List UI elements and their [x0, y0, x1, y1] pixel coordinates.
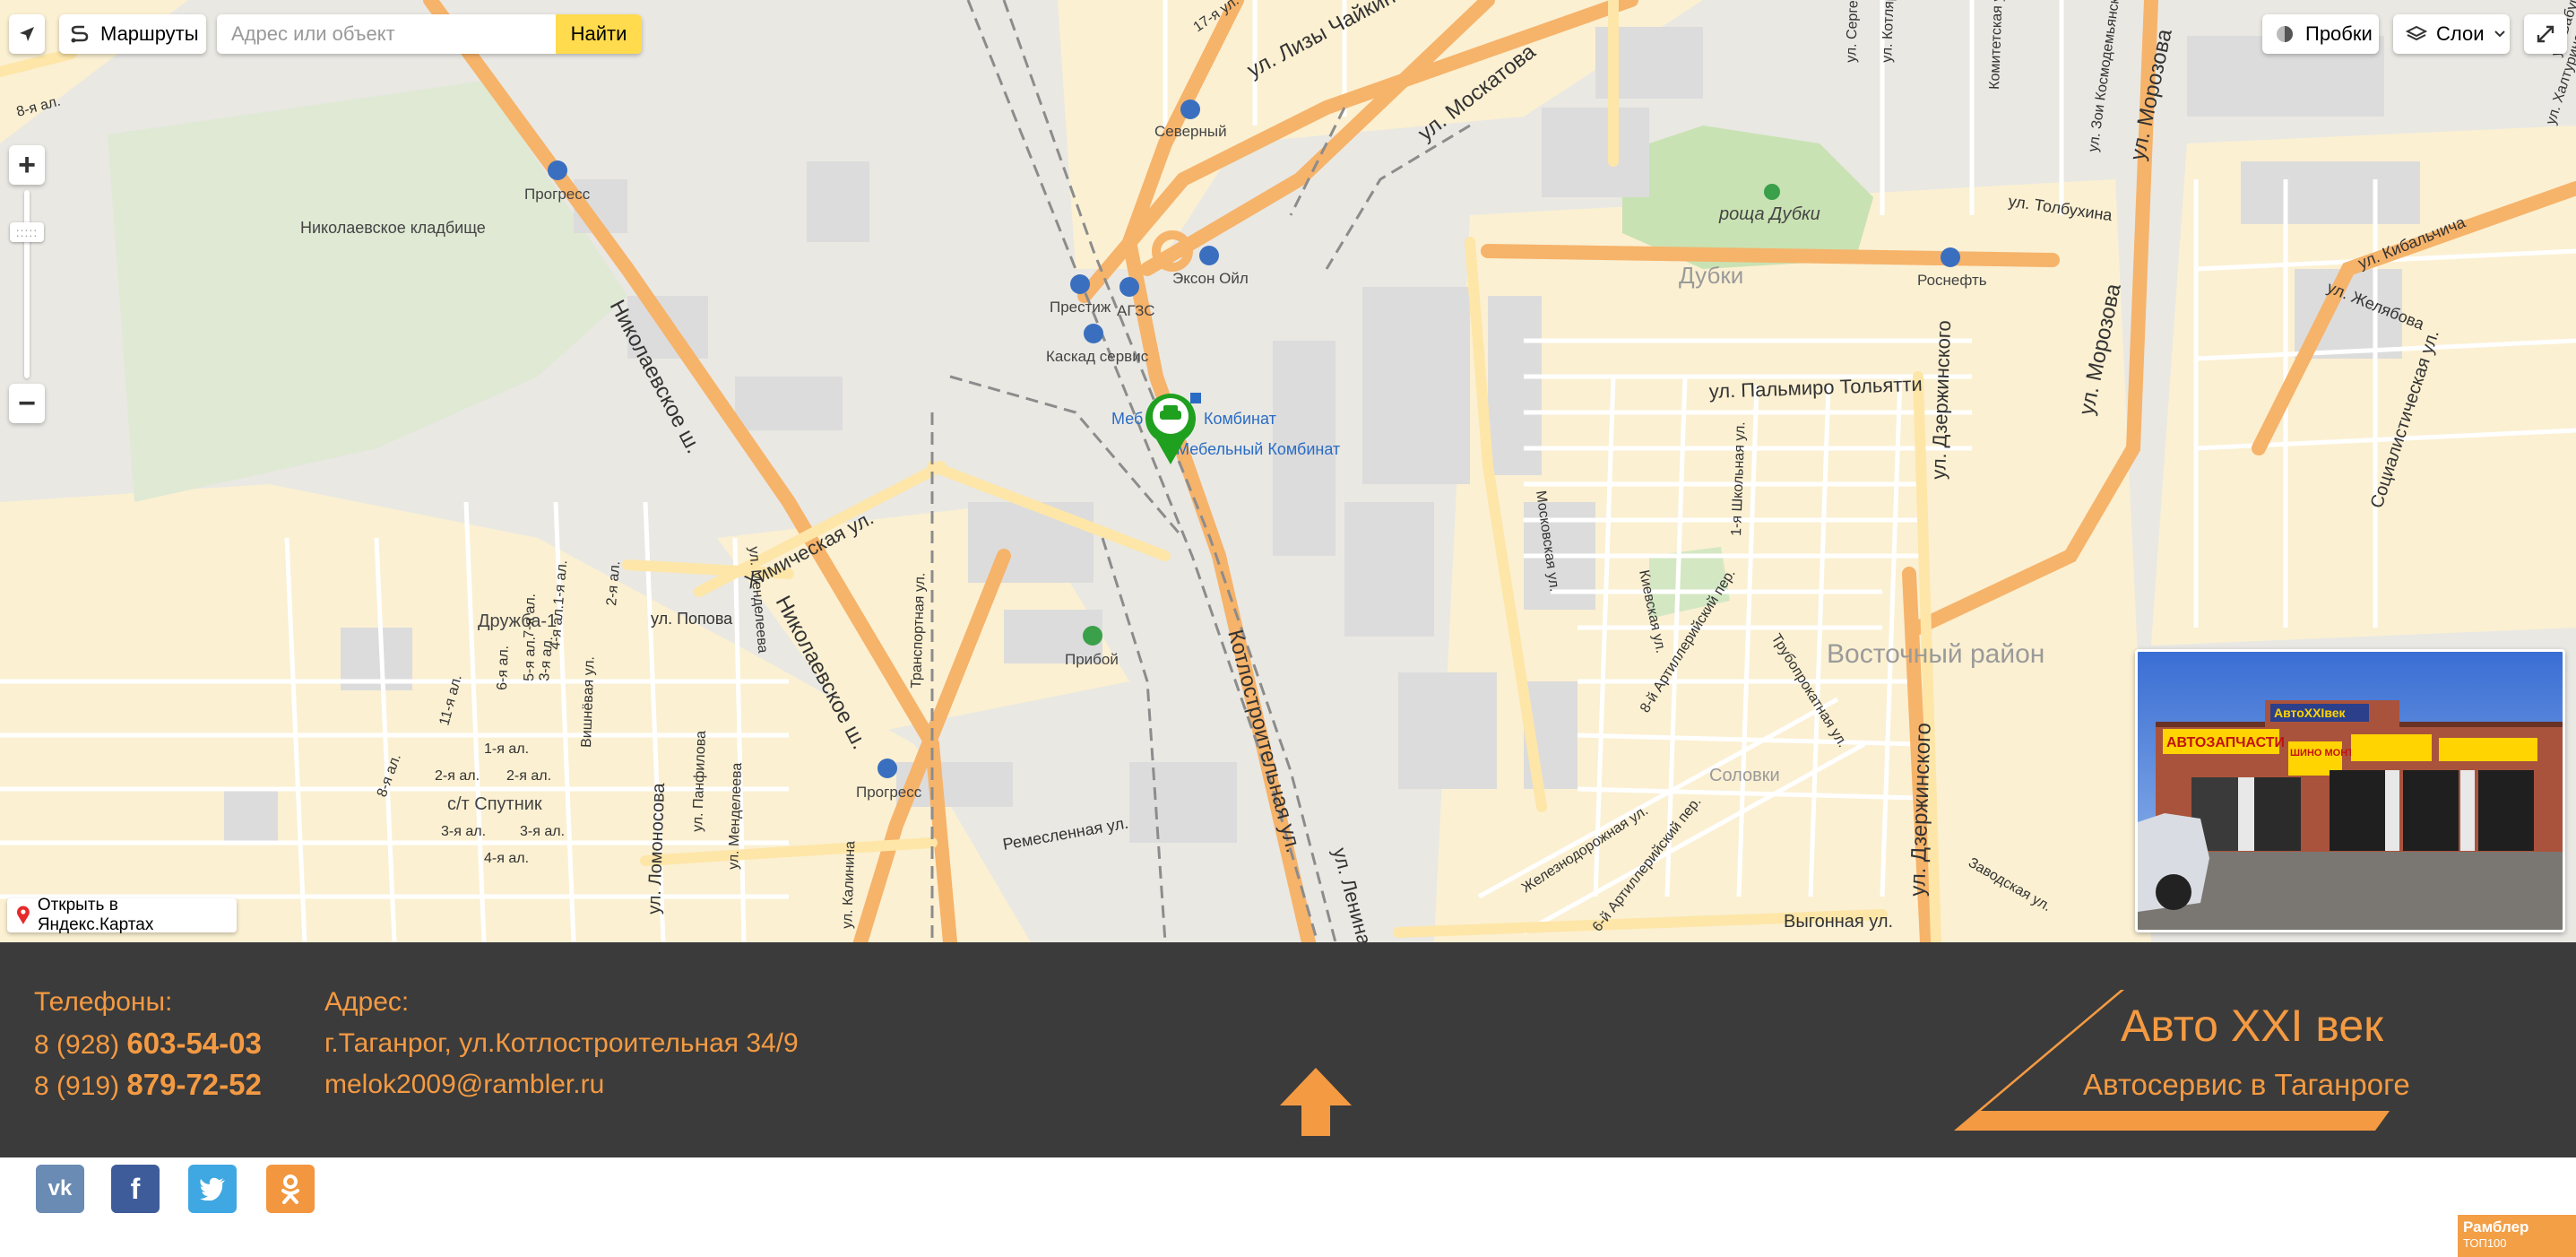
vk-button[interactable]: vk	[36, 1165, 84, 1213]
routes-button[interactable]: Маршруты	[59, 14, 206, 54]
expand-icon	[2537, 25, 2554, 43]
brand-title: Авто XXI век	[2121, 1001, 2384, 1051]
layers-button[interactable]: Слои	[2393, 14, 2510, 54]
phone-number: 603-54-03	[126, 1027, 262, 1060]
street-label: Вишнёвая ул.	[579, 656, 598, 748]
poi-label: АГЗС	[1117, 302, 1155, 319]
street-label: 7-я ал.	[522, 594, 539, 639]
fuel-icon	[1199, 246, 1219, 265]
building-icon	[1190, 393, 1201, 403]
twitter-button[interactable]	[188, 1165, 237, 1213]
scroll-up-arrow-icon[interactable]	[1278, 1066, 1353, 1138]
poi-label: Каскад сервис	[1046, 348, 1149, 365]
zoom-in-button[interactable]: +	[9, 145, 45, 185]
brand-subtitle: Автосервис в Таганроге	[2083, 1068, 2410, 1101]
map-pin-icon	[16, 906, 30, 924]
street-label: 3-я ал.	[520, 824, 565, 839]
facebook-icon: f	[130, 1172, 141, 1205]
street-label: 4-я ал.	[484, 851, 529, 866]
geolocation-button[interactable]	[9, 14, 45, 54]
street-label: 1-я ал.	[484, 741, 529, 757]
search-box: Найти	[217, 14, 642, 54]
vk-icon: vk	[48, 1176, 73, 1201]
twitter-icon	[200, 1177, 225, 1201]
street-label: Выгонная ул.	[1784, 912, 1893, 932]
location-arrow-icon	[20, 27, 34, 41]
map[interactable]: Дубки Восточный район Соловки Николаевск…	[0, 0, 2576, 942]
counter-line-1: Рамблер	[2463, 1218, 2529, 1235]
odnoklassniki-icon	[281, 1175, 299, 1204]
place-label: с/т Спутник	[447, 794, 542, 814]
street-label: 3-я ал.	[441, 824, 486, 839]
district-label: Восточный район	[1827, 639, 2044, 669]
zoom-out-button[interactable]: −	[9, 384, 45, 423]
place-label: Дружба-1	[478, 611, 557, 631]
cafe-icon	[1083, 626, 1102, 646]
poi-label: Прибой	[1065, 651, 1119, 668]
fuel-icon	[877, 759, 897, 778]
fuel-icon	[1084, 324, 1103, 343]
street-label: 2-я ал.	[435, 768, 480, 784]
phone-prefix: 8 (919)	[34, 1071, 127, 1101]
street-label: ул. Калинина	[840, 841, 858, 930]
poi-label: Прогресс	[856, 784, 922, 801]
street-label: 5-я ал.	[522, 637, 539, 682]
street-label: ул. Попова	[651, 610, 733, 628]
place-label: роща Дубки	[1718, 204, 1820, 224]
photo-sign-brand: АвтоXXIвек	[2274, 706, 2347, 720]
odnoklassniki-button[interactable]	[266, 1165, 315, 1213]
service-photo[interactable]: АвтоXXIвек АВТОЗАПЧАСТИ ШИНО МОНТАЖ	[2135, 649, 2565, 932]
marker-label: Комбинат	[1204, 410, 1276, 428]
chevron-down-icon	[2494, 30, 2505, 38]
address-label: Адрес:	[324, 987, 410, 1017]
street-label: 2-я ал.	[506, 768, 551, 784]
phones-label: Телефоны:	[34, 987, 173, 1017]
email-link[interactable]: melok2009@rambler.ru	[324, 1070, 604, 1100]
open-in-yandex-label: Открыть в Яндекс.Картах	[37, 896, 154, 934]
layers-icon	[2406, 25, 2427, 41]
photo-sign-parts: АВТОЗАПЧАСТИ	[2166, 735, 2285, 750]
route-icon	[71, 25, 89, 43]
search-button[interactable]: Найти	[556, 14, 642, 54]
fuel-icon	[1070, 274, 1090, 294]
district-label: Соловки	[1709, 766, 1780, 785]
car-icon	[1163, 405, 1178, 412]
place-label: Николаевское кладбище	[300, 219, 486, 237]
fuel-icon	[1119, 277, 1139, 297]
tree-icon	[1764, 184, 1780, 200]
traffic-label: Пробки	[2305, 22, 2373, 45]
facebook-button[interactable]: f	[111, 1165, 160, 1213]
poi-label: Эксон Ойл	[1172, 270, 1249, 287]
zoom-slider-handle[interactable]: :::::	[10, 222, 44, 242]
routes-label: Маршруты	[100, 22, 199, 45]
phone-number: 879-72-52	[126, 1068, 262, 1101]
street-label: 6-я ал.	[495, 646, 512, 691]
fuel-icon	[548, 160, 567, 180]
fuel-icon	[1941, 247, 1960, 267]
marker-label: Меб	[1111, 410, 1143, 428]
open-in-yandex-link[interactable]: Открыть в Яндекс.Картах	[7, 896, 237, 934]
fuel-icon	[1180, 100, 1200, 119]
fullscreen-button[interactable]	[2524, 14, 2567, 54]
street-label: ул. Сергеева	[1844, 0, 1862, 63]
poi-label: Прогресс	[524, 186, 591, 203]
phone-2[interactable]: 8 (919) 879-72-52	[34, 1068, 262, 1102]
phone-prefix: 8 (928)	[34, 1030, 127, 1060]
phone-1[interactable]: 8 (928) 603-54-03	[34, 1027, 262, 1061]
zoom-slider-track[interactable]	[24, 190, 30, 378]
counter-line-2: ТОП100	[2463, 1236, 2507, 1250]
marker-label: Мебельный Комбинат	[1176, 440, 1340, 458]
poi-label: Престиж	[1050, 299, 1111, 316]
address-text: г.Таганрог, ул.Котлостроительная 34/9	[324, 1028, 799, 1058]
poi-label: Роснефть	[1917, 272, 1987, 289]
district-label: Дубки	[1679, 262, 1743, 289]
footer: Телефоны: 8 (928) 603-54-03 8 (919) 879-…	[0, 942, 2576, 1157]
traffic-button[interactable]: Пробки	[2262, 14, 2379, 54]
poi-label: Северный	[1154, 123, 1227, 140]
traffic-icon	[2277, 26, 2293, 42]
rambler-top100-counter[interactable]: Рамблер ТОП100	[2458, 1215, 2576, 1257]
service-photo-image: АвтоXXIвек АВТОЗАПЧАСТИ ШИНО МОНТАЖ	[2138, 652, 2563, 930]
search-input[interactable]	[217, 14, 556, 54]
layers-label: Слои	[2436, 22, 2485, 45]
